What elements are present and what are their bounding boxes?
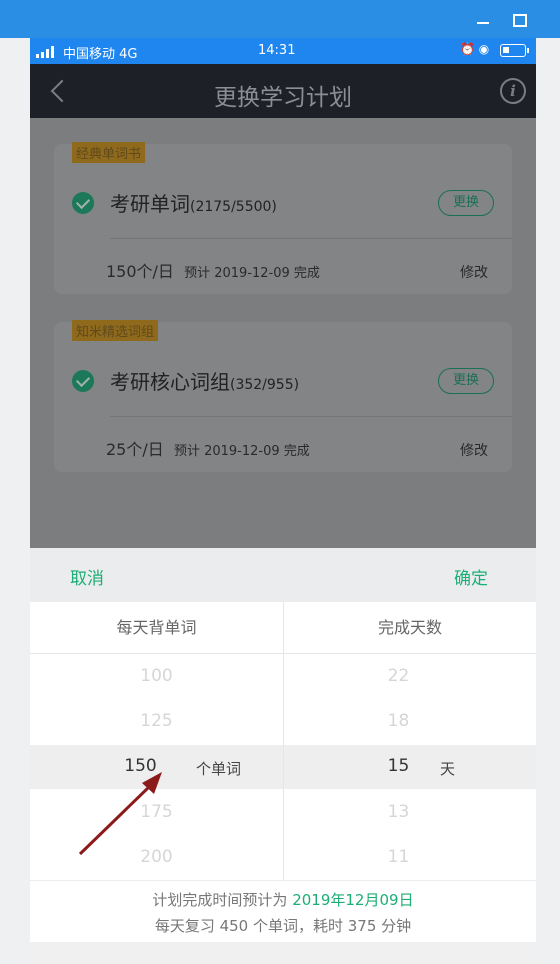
maximize-icon[interactable] (506, 8, 532, 30)
nav-bar: 更换学习计划 i (30, 64, 536, 118)
window-left-gutter (0, 38, 30, 964)
card-tag: 经典单词书 (72, 142, 146, 163)
days-unit-label: 天 (440, 760, 456, 778)
status-bar: 中国移动 4G 14:31 ⏰ ◉ (30, 38, 536, 64)
battery-icon (500, 44, 529, 57)
daily-words-wheel[interactable]: 100 125 150 个单词 175 200 (30, 654, 283, 880)
words-unit-label: 个单词 (196, 760, 242, 778)
status-time: 14:31 (258, 43, 296, 58)
modify-link[interactable]: 修改 (460, 440, 488, 460)
wheel-option[interactable]: 13 (272, 802, 525, 822)
window-right-gutter (536, 38, 560, 964)
carrier-label: 中国移动 4G (63, 47, 138, 62)
plan-line: 150个/日 预计 2019-12-09 完成 (106, 258, 320, 282)
card-divider (110, 238, 512, 239)
phone-screen: 中国移动 4G 14:31 ⏰ ◉ 更换学习计划 i 经典单词书 考研单词(21… (30, 38, 536, 942)
completion-date: 2019年12月09日 (292, 891, 414, 909)
daily-count: 150个/日 (106, 262, 174, 281)
wheel-option-selected[interactable]: 15 (272, 756, 525, 776)
book-card: 经典单词书 考研单词(2175/5500) 更换 150个/日 预计 2019-… (54, 142, 512, 294)
estimate-text: 预计 2019-12-09 完成 (173, 444, 310, 459)
plan-summary: 计划完成时间预计为 2019年12月09日 每天复习 450 个单词，耗时 37… (30, 880, 536, 942)
review-summary: 每天复习 450 个单词，耗时 375 分钟 (154, 917, 412, 935)
daily-words-header: 每天背单词 (30, 602, 283, 654)
wheel-option[interactable]: 18 (272, 711, 525, 731)
signal-icon (36, 46, 58, 58)
wheel-option[interactable]: 125 (30, 711, 283, 731)
modify-link[interactable]: 修改 (460, 262, 488, 282)
completion-estimate: 计划完成时间预计为 2019年12月09日 (152, 891, 414, 909)
check-icon (72, 192, 94, 214)
swap-button[interactable]: 更换 (438, 190, 494, 216)
daily-count: 25个/日 (106, 440, 164, 459)
info-icon[interactable]: i (500, 78, 526, 104)
book-card: 知米精选词组 考研核心词组(352/955) 更换 25个/日 预计 2019-… (54, 320, 512, 472)
window-title-bar (0, 0, 560, 38)
wheel-option[interactable]: 100 (30, 666, 283, 686)
picker-sheet: 取消 确定 每天背单词 完成天数 100 125 150 个单词 175 200… (30, 548, 536, 942)
card-divider (110, 416, 512, 417)
cancel-button[interactable]: 取消 (70, 564, 104, 589)
picker-toolbar: 取消 确定 (30, 548, 536, 602)
days-wheel[interactable]: 22 18 15 天 13 11 (283, 654, 536, 880)
wheel-option[interactable]: 175 (30, 802, 283, 822)
estimate-text: 预计 2019-12-09 完成 (184, 266, 320, 281)
card-tag: 知米精选词组 (72, 320, 159, 341)
wheel-option[interactable]: 200 (30, 847, 283, 867)
wheel-option[interactable]: 22 (272, 666, 525, 686)
minimize-icon[interactable] (470, 8, 496, 30)
confirm-button[interactable]: 确定 (454, 564, 488, 589)
dimmed-content: 经典单词书 考研单词(2175/5500) 更换 150个/日 预计 2019-… (30, 118, 536, 548)
days-header: 完成天数 (283, 602, 536, 654)
swap-button[interactable]: 更换 (438, 368, 494, 394)
check-icon (72, 370, 94, 392)
wheel-option[interactable]: 11 (272, 847, 525, 867)
picker-wheels: 100 125 150 个单词 175 200 22 18 15 天 13 11 (30, 654, 536, 880)
alarm-icon: ⏰ ◉ (460, 42, 490, 56)
book-name: 考研单词(2175/5500) (110, 192, 277, 216)
page-title: 更换学习计划 (214, 85, 352, 111)
book-name: 考研核心词组(352/955) (110, 370, 300, 394)
plan-line: 25个/日 预计 2019-12-09 完成 (106, 436, 310, 460)
